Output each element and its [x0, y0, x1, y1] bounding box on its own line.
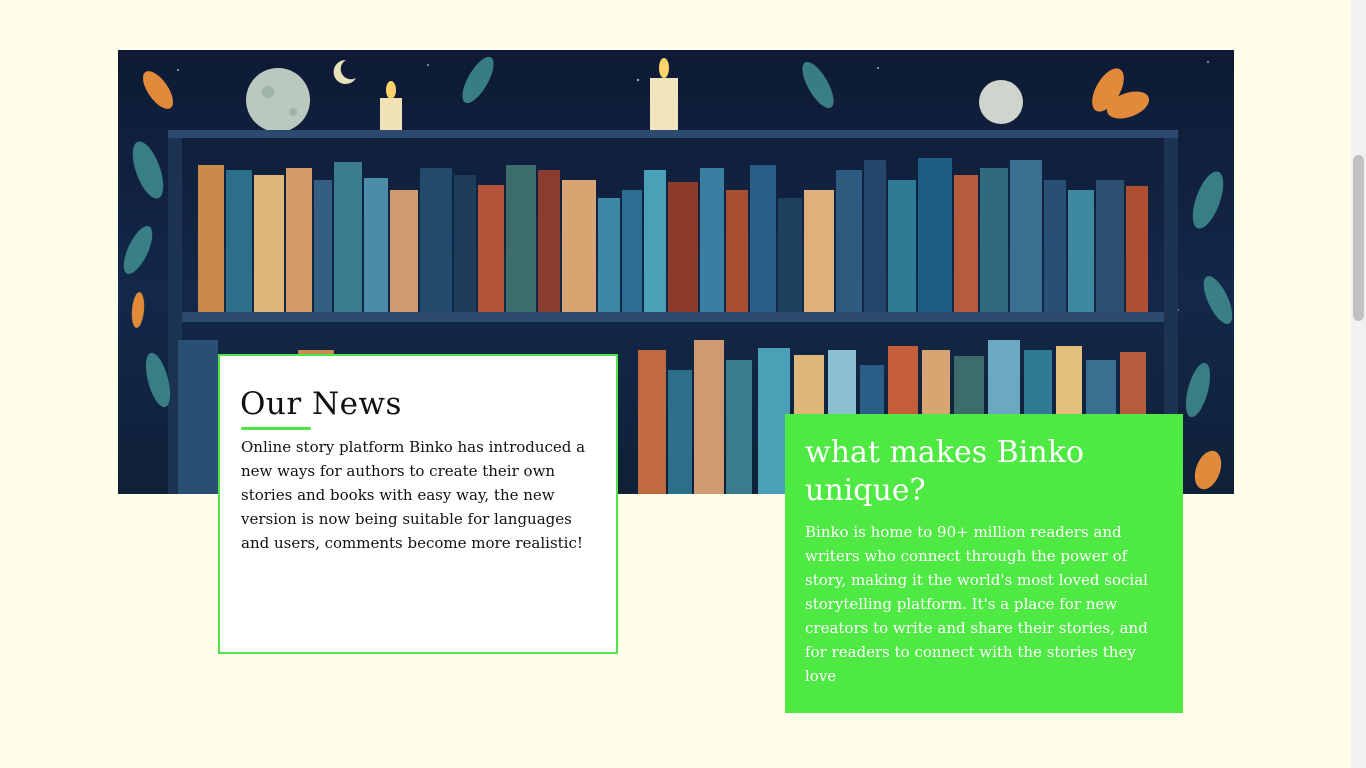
scrollbar-thumb[interactable]: [1353, 155, 1364, 321]
our-news-card: Our News Online story platform Binko has…: [218, 354, 618, 654]
unique-title: what makes Binko unique?: [805, 435, 1084, 508]
vertical-scrollbar[interactable]: [1351, 0, 1366, 768]
page: Our News Online story platform Binko has…: [0, 0, 1366, 768]
news-body: Online story platform Binko has introduc…: [241, 438, 586, 552]
unique-body: Binko is home to 90+ million readers and…: [805, 523, 1148, 685]
what-makes-unique-card: what makes Binko unique? Binko is home t…: [785, 414, 1183, 713]
news-title: Our News: [240, 386, 402, 422]
news-title-underline: [241, 427, 311, 430]
